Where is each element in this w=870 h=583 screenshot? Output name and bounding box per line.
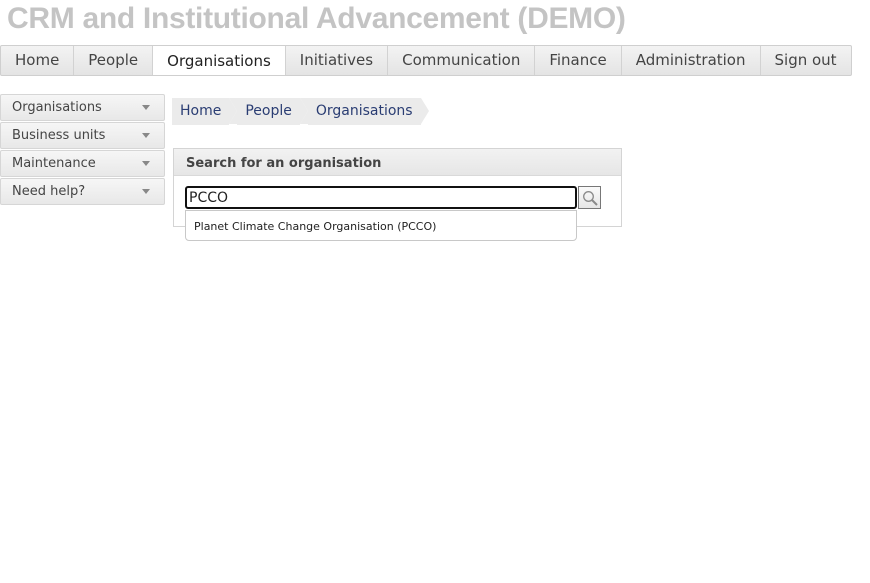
chevron-down-icon (142, 105, 150, 110)
tab-communication[interactable]: Communication (388, 46, 536, 75)
tab-administration[interactable]: Administration (622, 46, 761, 75)
sidebar-item-label: Business units (12, 128, 106, 143)
sidebar-item-need-help[interactable]: Need help? (0, 178, 165, 205)
tab-initiatives[interactable]: Initiatives (286, 46, 389, 75)
sidebar-item-label: Organisations (12, 100, 102, 115)
sidebar-item-business-units[interactable]: Business units (0, 122, 165, 149)
search-button[interactable] (578, 186, 601, 209)
sidebar: Organisations Business units Maintenance… (0, 94, 165, 206)
chevron-down-icon (142, 189, 150, 194)
sidebar-item-maintenance[interactable]: Maintenance (0, 150, 165, 177)
autocomplete-dropdown: Planet Climate Change Organisation (PCCO… (185, 210, 577, 241)
breadcrumb-home[interactable]: Home (172, 98, 238, 125)
sidebar-item-label: Maintenance (12, 156, 96, 171)
app-title: CRM and Institutional Advancement (DEMO) (7, 2, 626, 35)
breadcrumb-organisations[interactable]: Organisations (299, 98, 429, 125)
breadcrumb: Home People Organisations (172, 98, 429, 125)
autocomplete-option[interactable]: Planet Climate Change Organisation (PCCO… (186, 211, 576, 242)
tab-organisations[interactable]: Organisations (153, 45, 286, 75)
sidebar-item-organisations[interactable]: Organisations (0, 94, 165, 121)
tab-finance[interactable]: Finance (535, 46, 622, 75)
chevron-down-icon (142, 133, 150, 138)
tab-people[interactable]: People (74, 46, 154, 75)
sidebar-item-label: Need help? (12, 184, 86, 199)
search-panel-title: Search for an organisation (174, 149, 621, 176)
search-icon (583, 191, 598, 206)
tab-home[interactable]: Home (1, 46, 75, 75)
search-input[interactable] (185, 186, 577, 209)
tab-sign-out[interactable]: Sign out (761, 46, 851, 75)
top-navigation: Home People Organisations Initiatives Co… (0, 45, 852, 76)
chevron-down-icon (142, 161, 150, 166)
breadcrumb-people[interactable]: People (229, 98, 308, 125)
